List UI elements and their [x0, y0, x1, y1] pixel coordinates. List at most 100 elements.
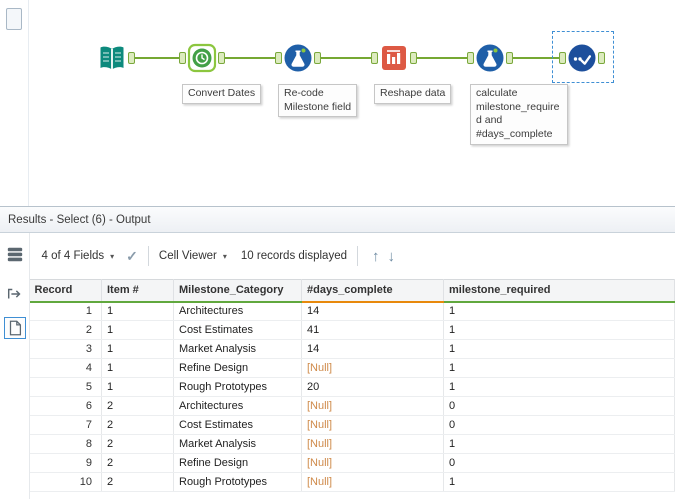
cell-viewer-label: Cell Viewer [158, 250, 217, 262]
input-anchor[interactable] [371, 52, 378, 64]
column-header-days-complete[interactable]: #days_complete [301, 279, 444, 303]
cell-required[interactable]: 1 [443, 377, 675, 397]
cell-days[interactable]: [Null] [301, 396, 444, 416]
input-anchor[interactable] [275, 52, 282, 64]
column-header-milestone-category[interactable]: Milestone_Category [173, 279, 302, 303]
input-anchor[interactable] [559, 52, 566, 64]
cell-item[interactable]: 2 [101, 434, 174, 454]
fields-dropdown[interactable]: 4 of 4 Fields ▾ [42, 250, 115, 262]
results-panel-title: Results - Select (6) - Output [0, 207, 675, 233]
output-anchor[interactable] [506, 52, 513, 64]
cell-days[interactable]: 14 [301, 339, 444, 359]
cell-required[interactable]: 1 [443, 301, 675, 321]
cell-required[interactable]: 1 [443, 472, 675, 492]
column-header-record[interactable]: Record [29, 279, 102, 303]
up-arrow-button[interactable]: ↑ [372, 248, 380, 265]
cell-category[interactable]: Cost Estimates [173, 415, 302, 435]
tool-input-data[interactable] [96, 42, 128, 74]
cell-category[interactable]: Market Analysis [173, 434, 302, 454]
cell-record[interactable]: 5 [29, 377, 102, 397]
cell-days[interactable]: [Null] [301, 453, 444, 473]
cell-item[interactable]: 2 [101, 472, 174, 492]
cell-category[interactable]: Cost Estimates [173, 320, 302, 340]
cell-item[interactable]: 1 [101, 301, 174, 321]
table-header-row: Record Item # Milestone_Category #days_c… [29, 279, 675, 303]
output-anchor[interactable] [410, 52, 417, 64]
cell-required[interactable]: 0 [443, 415, 675, 435]
reshape-icon [382, 46, 406, 70]
cell-category[interactable]: Refine Design [173, 453, 302, 473]
cell-record[interactable]: 6 [29, 396, 102, 416]
layout-rows-button[interactable] [4, 243, 26, 265]
cell-item[interactable]: 2 [101, 396, 174, 416]
cell-category[interactable]: Rough Prototypes [173, 377, 302, 397]
cell-item[interactable]: 2 [101, 415, 174, 435]
cell-viewer-dropdown[interactable]: Cell Viewer ▾ [159, 250, 227, 262]
workflow-canvas[interactable]: Convert Dates Re-code Milestone field Re… [0, 0, 675, 206]
cell-item[interactable]: 1 [101, 339, 174, 359]
output-anchor[interactable] [598, 52, 605, 64]
results-main-area: 4 of 4 Fields ▾ ✓ Cell Viewer ▾ 10 recor… [28, 233, 675, 499]
cell-record[interactable]: 10 [29, 472, 102, 492]
apply-check-icon[interactable]: ✓ [126, 248, 138, 265]
results-toolbar: 4 of 4 Fields ▾ ✓ Cell Viewer ▾ 10 recor… [30, 233, 675, 279]
cell-required[interactable]: 1 [443, 358, 675, 378]
tool-recode-milestone[interactable] [282, 42, 314, 74]
cell-days[interactable]: [Null] [301, 358, 444, 378]
cell-record[interactable]: 9 [29, 453, 102, 473]
results-panel: Results - Select (6) - Output 4 of 4 Fie… [0, 206, 675, 499]
cell-days[interactable]: 41 [301, 320, 444, 340]
results-left-toolbar [0, 233, 29, 499]
tool-reshape-data[interactable] [378, 42, 410, 74]
book-icon [100, 46, 124, 70]
output-anchor[interactable] [314, 52, 321, 64]
cell-item[interactable]: 1 [101, 320, 174, 340]
output-anchor[interactable] [218, 52, 225, 64]
cell-record[interactable]: 7 [29, 415, 102, 435]
cell-required[interactable]: 1 [443, 320, 675, 340]
cell-category[interactable]: Rough Prototypes [173, 472, 302, 492]
chevron-down-icon: ▾ [222, 251, 227, 261]
cell-days[interactable]: [Null] [301, 415, 444, 435]
table-row: 5 1 Rough Prototypes 20 1 [29, 377, 675, 397]
cell-days[interactable]: 20 [301, 377, 444, 397]
document-icon [9, 320, 22, 336]
cell-record[interactable]: 8 [29, 434, 102, 454]
connector-line [417, 57, 467, 59]
cell-record[interactable]: 1 [29, 301, 102, 321]
toolbar-divider [147, 246, 149, 266]
rows-icon [7, 247, 23, 262]
tool-convert-dates[interactable] [186, 42, 218, 74]
tool-select[interactable] [566, 42, 598, 74]
cell-required[interactable]: 1 [443, 434, 675, 454]
cell-required[interactable]: 0 [443, 396, 675, 416]
cell-category[interactable]: Refine Design [173, 358, 302, 378]
input-anchor[interactable] [179, 52, 186, 64]
cell-days[interactable]: [Null] [301, 472, 444, 492]
input-view-button[interactable] [4, 283, 26, 305]
cell-days[interactable]: [Null] [301, 434, 444, 454]
tool-calculate-fields[interactable] [474, 42, 506, 74]
cell-record[interactable]: 2 [29, 320, 102, 340]
cell-category[interactable]: Architectures [173, 396, 302, 416]
cell-required[interactable]: 1 [443, 339, 675, 359]
cell-days[interactable]: 14 [301, 301, 444, 321]
collapsed-panel-handle[interactable] [6, 8, 22, 30]
cell-item[interactable]: 1 [101, 377, 174, 397]
output-anchor[interactable] [128, 52, 135, 64]
output-view-button[interactable] [4, 317, 26, 339]
input-anchor[interactable] [467, 52, 474, 64]
datetime-icon [187, 43, 217, 73]
cell-record[interactable]: 3 [29, 339, 102, 359]
cell-item[interactable]: 2 [101, 453, 174, 473]
tool-annotation: calculate milestone_require d and #days_… [470, 84, 568, 145]
cell-item[interactable]: 1 [101, 358, 174, 378]
cell-category[interactable]: Market Analysis [173, 339, 302, 359]
cell-category[interactable]: Architectures [173, 301, 302, 321]
cell-record[interactable]: 4 [29, 358, 102, 378]
column-header-item[interactable]: Item # [101, 279, 174, 303]
cell-required[interactable]: 0 [443, 453, 675, 473]
table-row: 7 2 Cost Estimates [Null] 0 [29, 415, 675, 435]
down-arrow-button[interactable]: ↓ [388, 248, 396, 265]
column-header-milestone-required[interactable]: milestone_required [443, 279, 675, 303]
